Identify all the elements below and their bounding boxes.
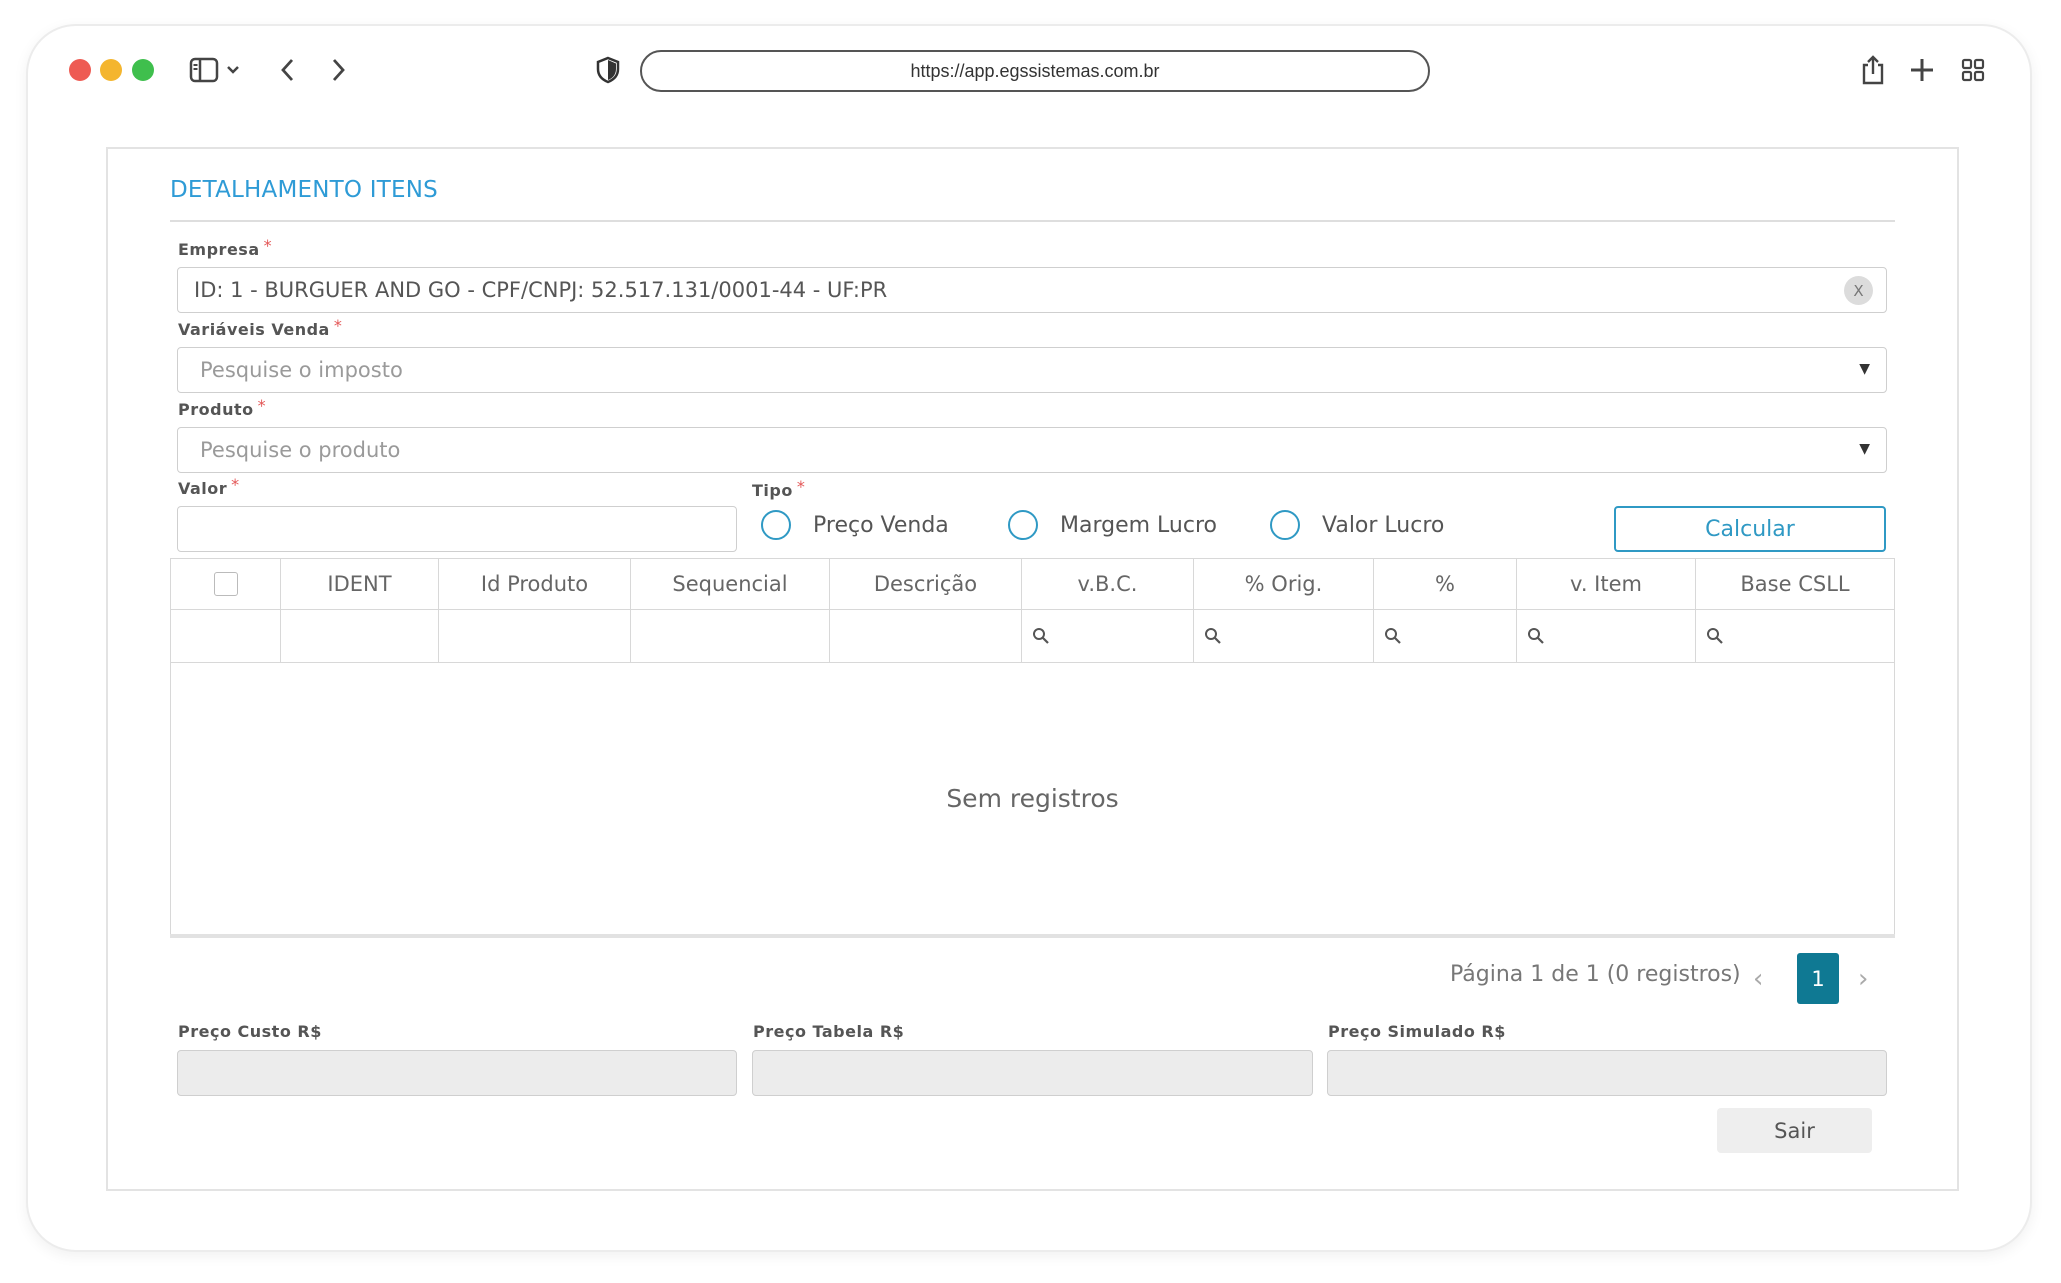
required-mark: *	[231, 475, 240, 494]
variaveis-venda-placeholder: Pesquise o imposto	[200, 358, 403, 382]
clear-empresa-button[interactable]: X	[1844, 276, 1873, 305]
maximize-window-button[interactable]	[132, 59, 154, 81]
tab-overview-icon[interactable]	[1958, 52, 1988, 88]
column-header-descricao[interactable]: Descrição	[830, 559, 1022, 610]
chevron-down-icon: ▼	[1859, 441, 1870, 457]
page-title: DETALHAMENTO ITENS	[170, 177, 438, 203]
column-header-perc-orig[interactable]: % Orig.	[1194, 559, 1374, 610]
radio-circle[interactable]	[1270, 510, 1300, 540]
search-icon	[1385, 628, 1401, 644]
variaveis-venda-select[interactable]: Pesquise o imposto ▼	[177, 347, 1887, 393]
column-header-id-produto[interactable]: Id Produto	[439, 559, 631, 610]
radio-margem-lucro[interactable]: Margem Lucro	[1008, 510, 1217, 540]
produto-placeholder: Pesquise o produto	[200, 438, 401, 462]
preco-simulado-label: Preço Simulado R$	[1328, 1022, 1506, 1041]
page-button-1[interactable]: 1	[1797, 953, 1839, 1004]
required-mark: *	[263, 236, 273, 255]
filter-perc[interactable]	[1374, 610, 1517, 663]
filter-v-item[interactable]	[1517, 610, 1696, 663]
empresa-value: ID: 1 - BURGUER AND GO - CPF/CNPJ: 52.51…	[194, 278, 888, 302]
search-icon	[1528, 628, 1544, 644]
tipo-label-text: Tipo	[752, 481, 793, 500]
filter-vbc[interactable]	[1022, 610, 1194, 663]
filter-base-csll[interactable]	[1696, 610, 1894, 663]
produto-label: Produto *	[178, 396, 266, 419]
sidebar-toggle-icon[interactable]	[188, 52, 244, 88]
valor-label: Valor *	[178, 475, 240, 498]
new-tab-icon[interactable]	[1907, 52, 1937, 88]
empresa-label-text: Empresa	[178, 240, 260, 259]
select-all-cell	[171, 559, 281, 610]
shield-icon[interactable]	[594, 52, 622, 88]
search-icon	[1205, 628, 1221, 644]
prev-page-icon[interactable]: ‹	[1753, 964, 1763, 994]
preco-custo-label: Preço Custo R$	[178, 1022, 322, 1041]
pager-info: Página 1 de 1 (0 registros)	[1450, 962, 1741, 987]
url-text: https://app.egssistemas.com.br	[910, 60, 1160, 81]
valor-input[interactable]	[177, 506, 737, 552]
preco-tabela-field	[752, 1050, 1313, 1096]
filter-cell	[281, 610, 439, 663]
filter-cell	[171, 610, 281, 663]
radio-label: Preço Venda	[813, 512, 949, 538]
preco-simulado-field	[1327, 1050, 1887, 1096]
required-mark: *	[257, 396, 267, 415]
produto-select[interactable]: Pesquise o produto ▼	[177, 427, 1887, 473]
preco-custo-field	[177, 1050, 737, 1096]
share-icon[interactable]	[1858, 52, 1888, 88]
radio-circle[interactable]	[1008, 510, 1038, 540]
close-window-button[interactable]	[69, 59, 91, 81]
title-divider	[170, 220, 1895, 222]
variaveis-venda-label-text: Variáveis Venda	[178, 320, 330, 339]
radio-circle[interactable]	[761, 510, 791, 540]
variaveis-venda-label: Variáveis Venda *	[178, 316, 342, 339]
column-header-v-item[interactable]: v. Item	[1517, 559, 1696, 610]
column-header-perc[interactable]: %	[1374, 559, 1517, 610]
grid-footer-bar	[170, 934, 1895, 938]
tipo-label: Tipo *	[752, 477, 805, 500]
filter-cell	[631, 610, 830, 663]
back-icon[interactable]	[276, 52, 300, 88]
forward-icon[interactable]	[326, 52, 350, 88]
sair-button[interactable]: Sair	[1717, 1108, 1872, 1153]
column-header-vbc[interactable]: v.B.C.	[1022, 559, 1194, 610]
radio-valor-lucro[interactable]: Valor Lucro	[1270, 510, 1444, 540]
column-header-base-csll[interactable]: Base CSLL	[1696, 559, 1894, 610]
produto-label-text: Produto	[178, 400, 254, 419]
filter-perc-orig[interactable]	[1194, 610, 1374, 663]
empresa-label: Empresa *	[178, 236, 272, 259]
radio-preco-venda[interactable]: Preço Venda	[761, 510, 949, 540]
empty-grid-message: Sem registros	[946, 784, 1119, 813]
search-icon	[1033, 628, 1049, 644]
items-grid: IDENT Id Produto Sequencial Descrição v.…	[170, 558, 1895, 936]
calcular-button[interactable]: Calcular	[1614, 506, 1886, 552]
required-mark: *	[333, 316, 343, 335]
search-icon	[1707, 628, 1723, 644]
valor-label-text: Valor	[178, 479, 228, 498]
column-header-sequencial[interactable]: Sequencial	[631, 559, 830, 610]
next-page-icon[interactable]: ›	[1858, 964, 1868, 994]
select-all-checkbox[interactable]	[213, 572, 238, 596]
preco-tabela-label: Preço Tabela R$	[753, 1022, 905, 1041]
filter-cell	[830, 610, 1022, 663]
radio-label: Valor Lucro	[1322, 512, 1445, 538]
chevron-down-icon: ▼	[1859, 361, 1870, 377]
minimize-window-button[interactable]	[100, 59, 122, 81]
required-mark: *	[796, 477, 806, 496]
radio-label: Margem Lucro	[1060, 512, 1217, 538]
address-bar[interactable]: https://app.egssistemas.com.br	[640, 50, 1430, 92]
filter-cell	[439, 610, 631, 663]
column-header-ident[interactable]: IDENT	[281, 559, 439, 610]
empresa-select[interactable]: ID: 1 - BURGUER AND GO - CPF/CNPJ: 52.51…	[177, 267, 1887, 313]
